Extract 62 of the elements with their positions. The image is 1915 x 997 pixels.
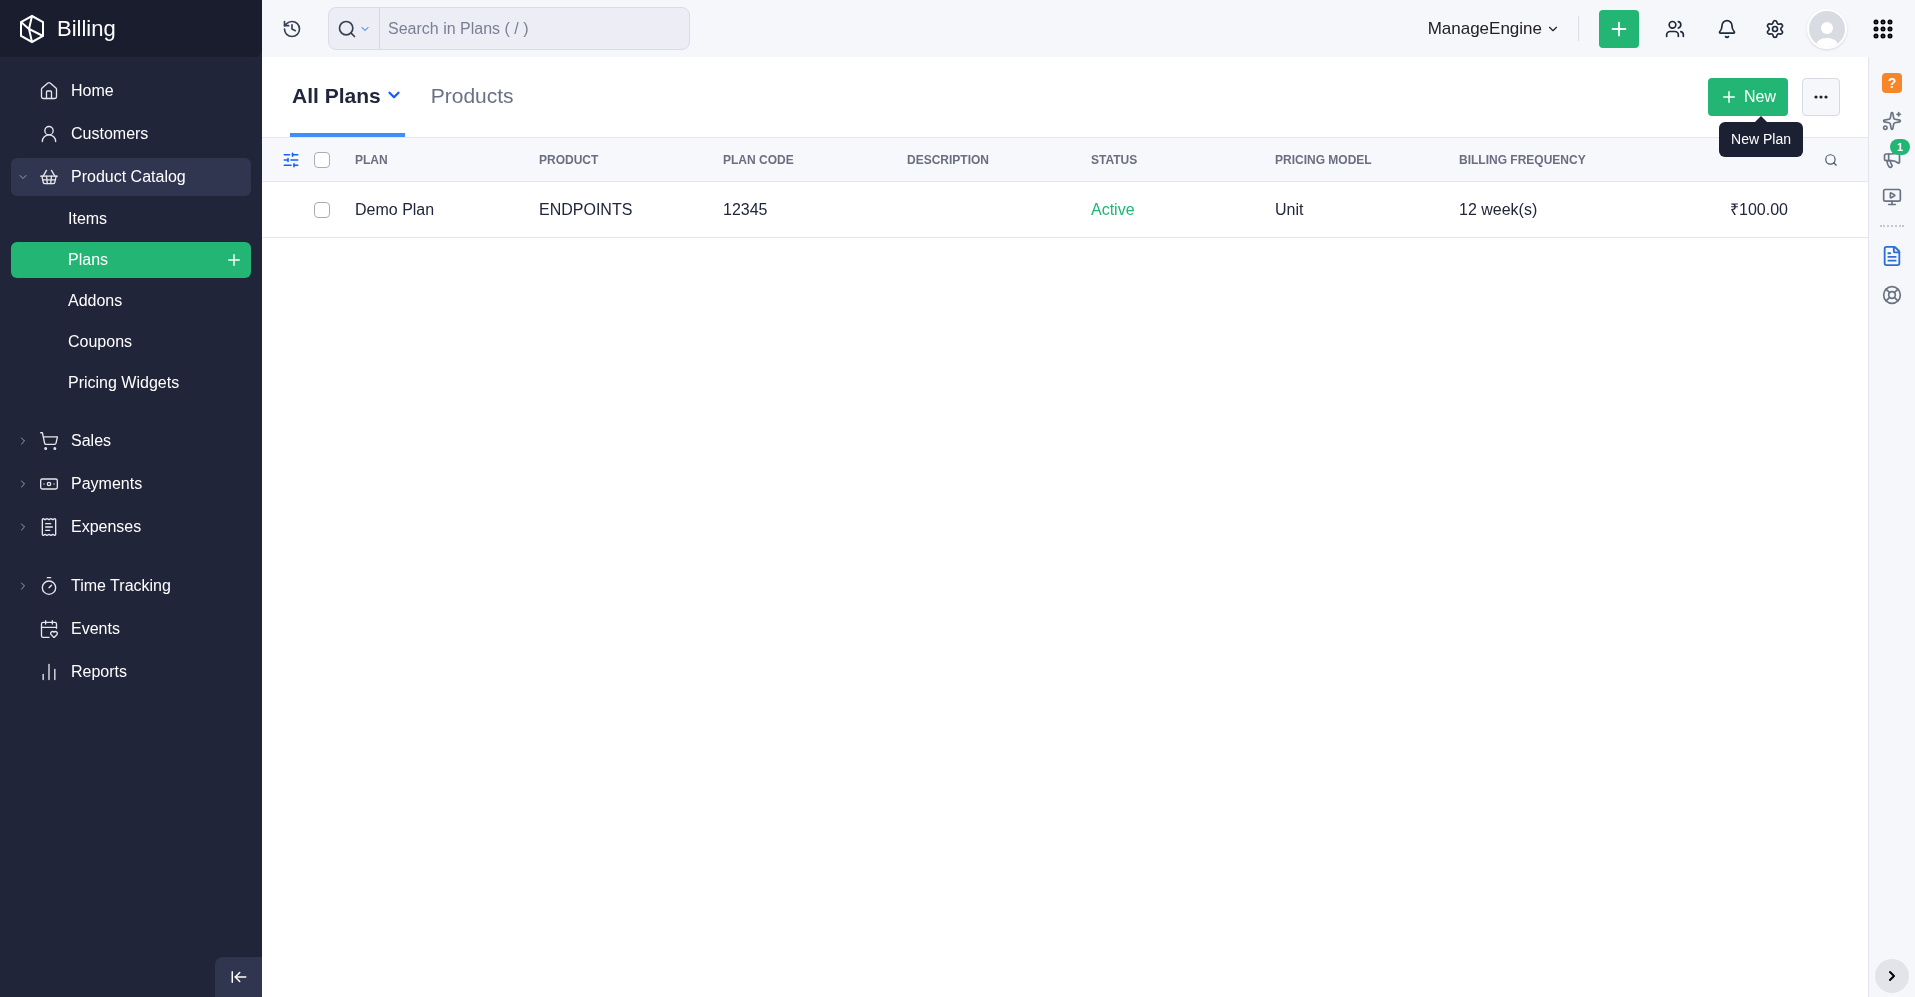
view-tab[interactable]: Products	[428, 79, 516, 137]
notification-badge: 1	[1890, 139, 1910, 155]
logo-icon	[17, 13, 47, 44]
organization-switcher[interactable]: ManageEngine	[1427, 15, 1579, 42]
table-cell-text: Unit	[1274, 199, 1305, 220]
table-cell-text: ENDPOINTS	[538, 199, 634, 220]
user-icon	[39, 124, 59, 144]
column-header[interactable]: STATUS	[1084, 150, 1268, 169]
column-header[interactable]: PRICING MODEL	[1268, 150, 1452, 169]
search-icon	[337, 18, 357, 39]
column-header[interactable]: DESCRIPTION	[900, 150, 1084, 169]
plan-link[interactable]: Demo Plan	[348, 197, 532, 222]
notes-icon[interactable]	[1881, 245, 1903, 267]
table-cell-text: ₹100.00	[1730, 199, 1788, 220]
plus-icon	[1720, 88, 1738, 106]
bell-icon[interactable]	[1717, 18, 1737, 39]
sidebar-item[interactable]: Home	[11, 72, 251, 110]
timer-icon	[39, 576, 59, 596]
basket-icon	[39, 167, 59, 187]
sparkle-icon[interactable]	[1882, 111, 1902, 131]
sidebar-item[interactable]: Customers	[11, 115, 251, 153]
sidebar-item[interactable]: Payments	[11, 465, 251, 503]
collapse-sidebar-button[interactable]	[215, 957, 262, 997]
sidebar-subitem[interactable]: Addons	[11, 283, 251, 319]
table-cell-text: 12345	[722, 199, 769, 220]
sidebar-subitem[interactable]: Items	[11, 201, 251, 237]
search-field[interactable]: Search in Plans ( / )	[380, 16, 689, 41]
sidebar-item[interactable]: Sales	[11, 422, 251, 460]
home-icon	[39, 81, 59, 101]
settings-icon[interactable]	[1765, 18, 1785, 39]
quick-create-button[interactable]	[1599, 9, 1639, 48]
status-cell-text: Active	[1090, 199, 1136, 220]
plus-icon	[225, 251, 243, 269]
calendar-icon	[39, 619, 59, 639]
expand-panel-button[interactable]	[1875, 959, 1909, 993]
history-icon[interactable]	[282, 18, 302, 39]
column-header[interactable]: BILLING FREQUENCY	[1452, 150, 1636, 169]
sidebar-item[interactable]: Expenses	[11, 508, 251, 546]
table-cell-text: 12 week(s)	[1458, 199, 1539, 220]
more-icon	[1814, 95, 1828, 99]
row-checkbox[interactable]	[314, 201, 330, 218]
column-header[interactable]: PLAN CODE	[716, 150, 900, 169]
sidebar-item[interactable]: Reports	[11, 653, 251, 691]
column-header[interactable]: PLAN	[348, 150, 532, 169]
search-icon[interactable]	[1824, 152, 1838, 167]
tooltip-arrow	[1755, 116, 1768, 122]
filter-icon[interactable]	[282, 150, 300, 169]
column-header[interactable]: PRODUCT	[532, 150, 716, 169]
sidebar-item[interactable]: Time Tracking	[11, 567, 251, 605]
search-bar[interactable]: Search in Plans ( / )	[328, 7, 690, 50]
receipt-icon	[39, 517, 59, 537]
collapse-icon	[229, 968, 248, 986]
table-row[interactable]: Demo Plan ENDPOINTS 12345 Active Unit 12 week(s) ₹100.00	[262, 182, 1868, 238]
cart-icon	[39, 431, 59, 451]
sidebar-item[interactable]: Events	[11, 610, 251, 648]
sidebar-item[interactable]: Product Catalog	[11, 158, 251, 196]
monitor-play-icon[interactable]	[1882, 187, 1902, 207]
select-all-checkbox[interactable]	[314, 151, 330, 168]
sidebar-subitem[interactable]: Pricing Widgets	[11, 365, 251, 401]
brand-name: Billing	[57, 15, 116, 43]
sidebar-subitem[interactable]: Coupons	[11, 324, 251, 360]
users-icon[interactable]	[1665, 18, 1685, 39]
